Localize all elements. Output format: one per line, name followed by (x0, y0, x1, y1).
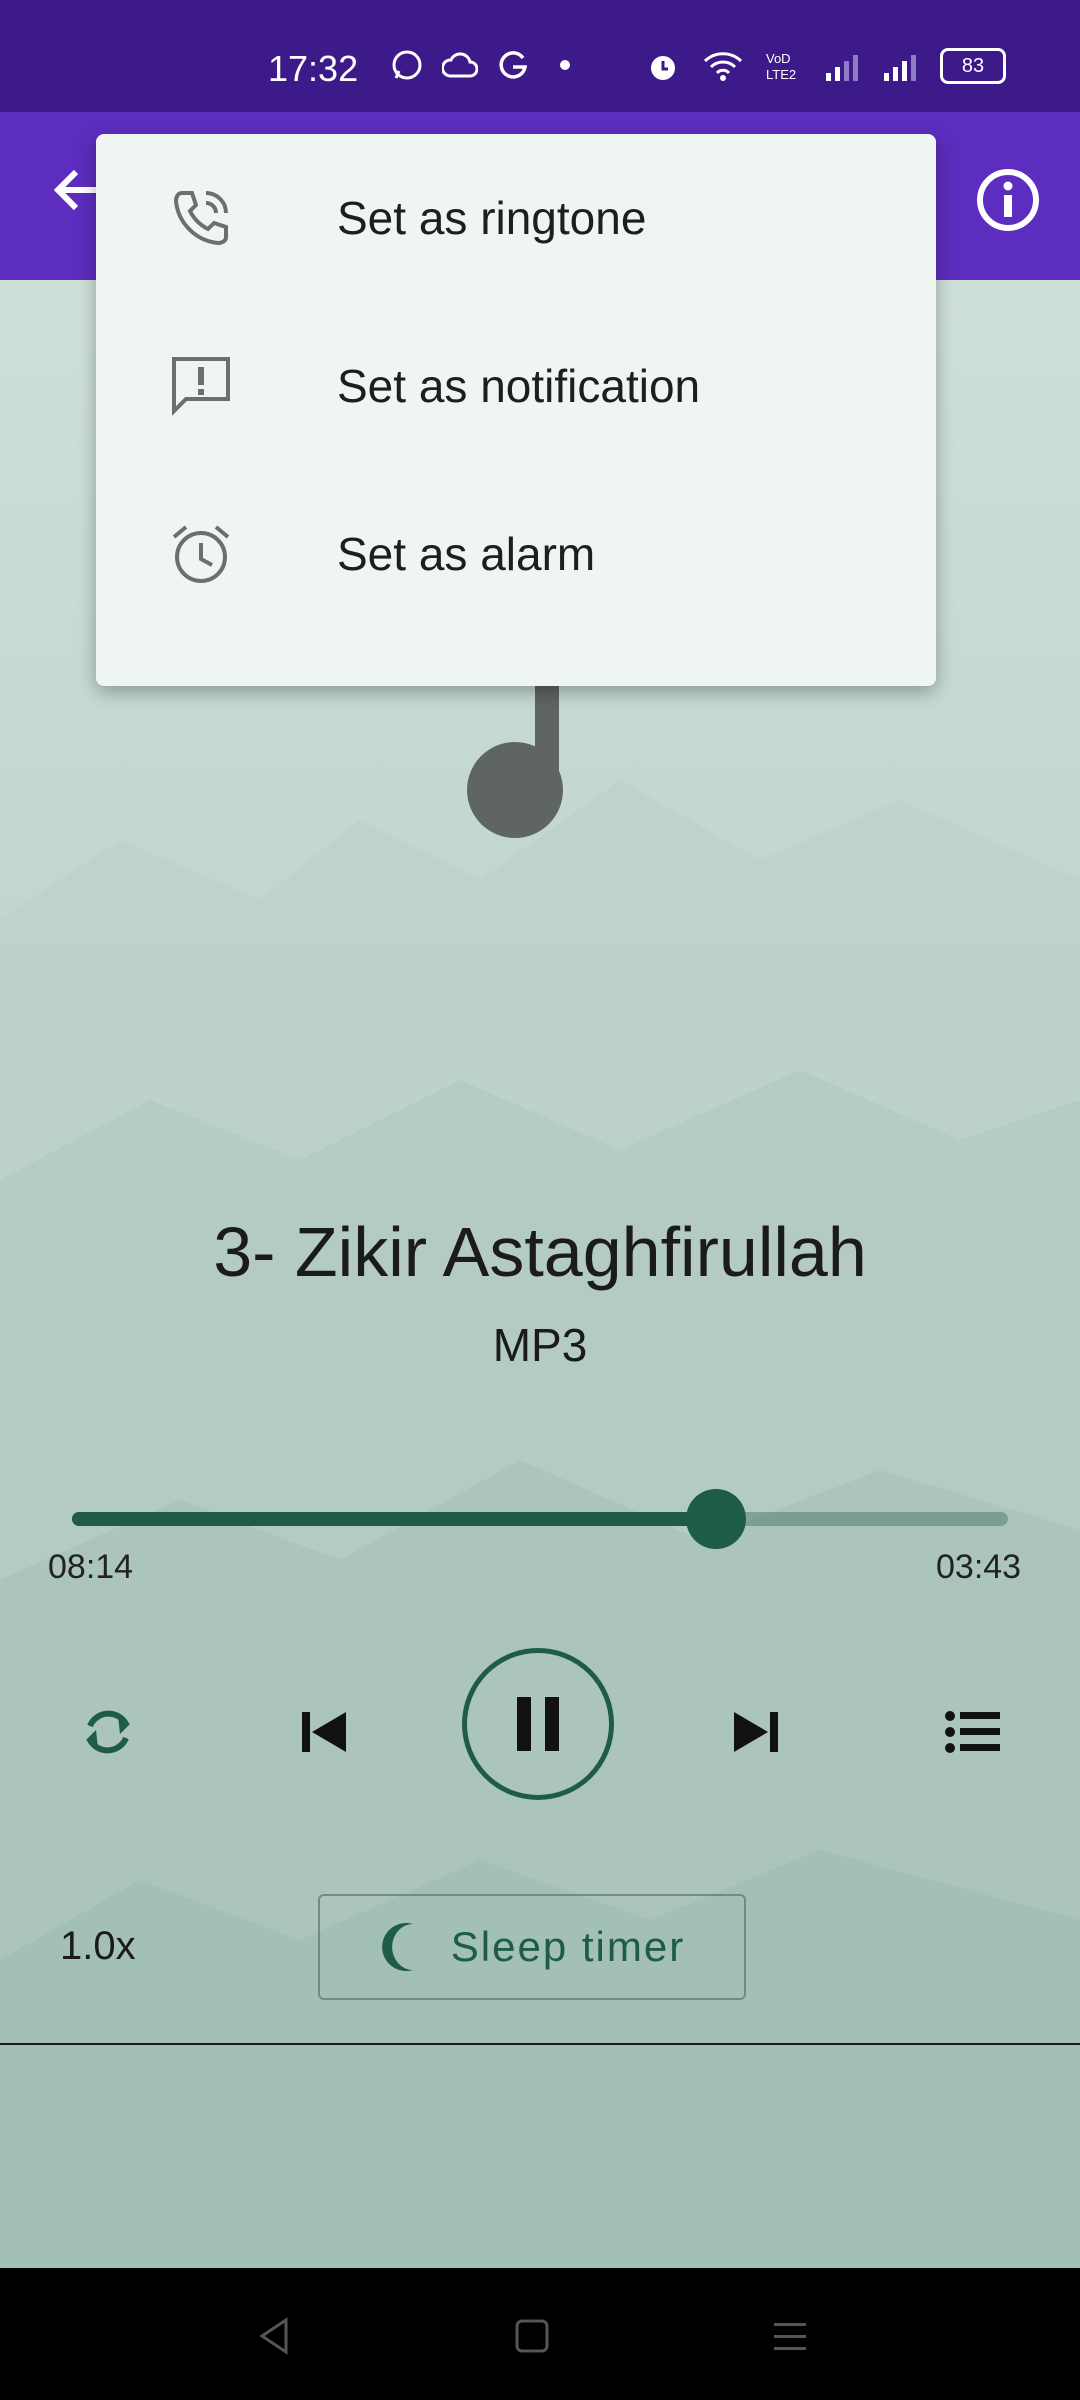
signal-icon (884, 55, 916, 81)
status-notification-icons (390, 48, 582, 82)
svg-text:VoD: VoD (766, 51, 791, 66)
nav-back-icon[interactable] (256, 2316, 292, 2356)
skip-previous-icon[interactable] (288, 1696, 360, 1768)
sleep-timer-label: Sleep timer (450, 1923, 686, 1970)
wifi-icon (703, 52, 743, 81)
alarm-icon (651, 56, 675, 80)
elapsed-time: 08:14 (48, 1548, 134, 1586)
playback-speed[interactable]: 1.0x (60, 1924, 136, 1969)
menu-item-ringtone[interactable]: Set as ringtone (96, 134, 936, 302)
moon-icon (381, 1923, 413, 1971)
music-note-icon (467, 680, 563, 838)
whatsapp-icon (392, 50, 422, 80)
status-system-icons: VoD LTE2 83 (646, 48, 1006, 84)
nav-home-icon[interactable] (514, 2316, 550, 2356)
nav-menu-icon[interactable] (772, 2316, 808, 2356)
phone-ring-icon (173, 191, 228, 246)
pause-icon (517, 1697, 559, 1751)
battery-indicator: 83 (940, 48, 1006, 84)
volte-icon: VoDLTE2 (766, 51, 796, 82)
menu-item-notification[interactable]: Set as notification (96, 302, 936, 470)
repeat-icon[interactable] (72, 1696, 144, 1768)
remaining-time: 03:43 (936, 1548, 1022, 1586)
skip-next-icon[interactable] (720, 1696, 792, 1768)
g-icon (499, 51, 528, 79)
playlist-icon[interactable] (936, 1696, 1008, 1768)
signal-icon (826, 55, 858, 81)
status-bar: 17:32 VoD LTE2 83 (0, 0, 1080, 112)
track-title: 3- Zikir Astaghfirullah (213, 1213, 867, 1291)
divider (0, 2043, 1080, 2045)
svg-text:LTE2: LTE2 (766, 67, 796, 82)
seek-progress (72, 1512, 716, 1526)
notification-icon (172, 357, 230, 416)
info-icon[interactable] (972, 164, 1044, 236)
track-format: MP3 (492, 1319, 588, 1371)
menu-item-alarm[interactable]: Set as alarm (96, 470, 936, 638)
status-time: 17:32 (268, 48, 359, 89)
seek-bar[interactable] (72, 1489, 1008, 1549)
sleep-timer-button[interactable]: Sleep timer (318, 1894, 746, 2000)
set-as-menu: Set as ringtone Set as notification Set … (96, 134, 936, 686)
cloud-icon (442, 52, 478, 78)
menu-item-label: Set as notification (337, 360, 701, 412)
dot-icon (560, 60, 570, 70)
menu-item-label: Set as alarm (337, 528, 596, 580)
seek-thumb[interactable] (685, 1489, 746, 1549)
menu-item-label: Set as ringtone (337, 192, 647, 244)
alarm-icon (172, 525, 230, 583)
pause-button[interactable] (462, 1648, 614, 1800)
